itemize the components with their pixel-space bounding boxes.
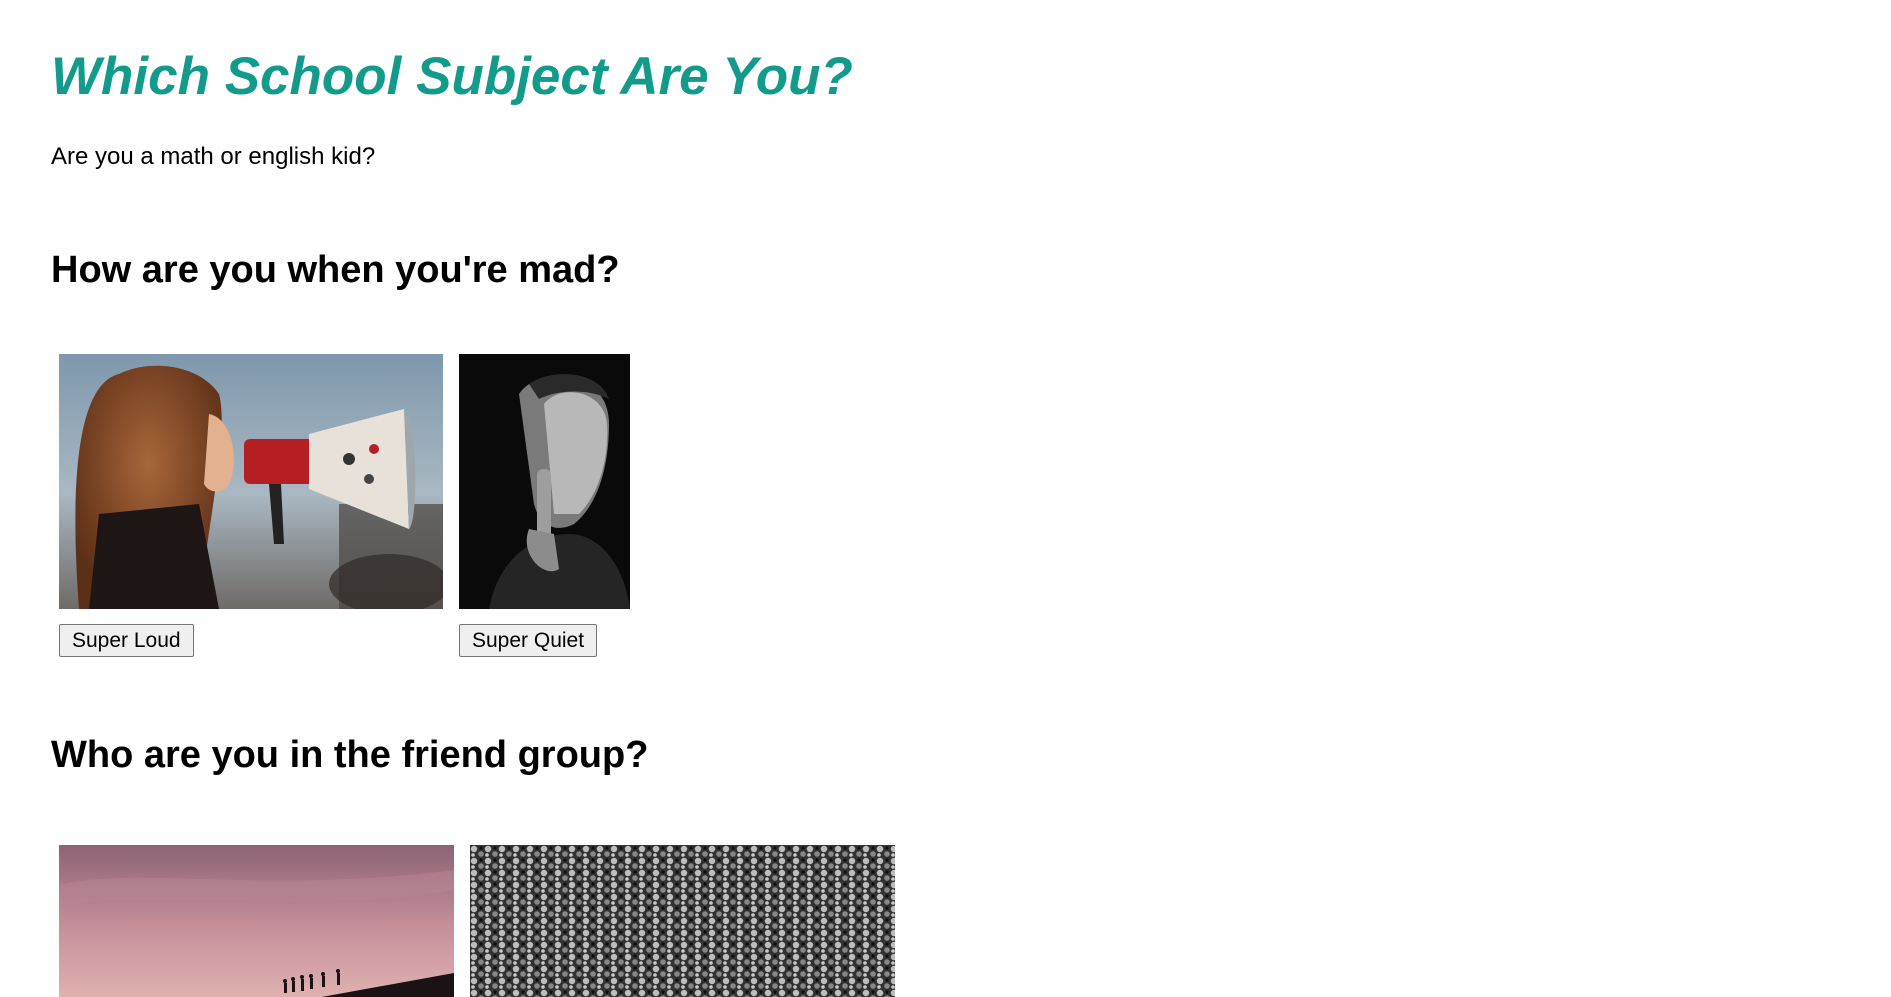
super-loud-button[interactable]: Super Loud	[59, 624, 194, 657]
page-subtitle: Are you a math or english kid?	[51, 143, 376, 170]
quiz-page: Which School Subject Are You? Are you a …	[0, 0, 1891, 997]
crowd-photo	[470, 845, 895, 997]
question-1-heading: How are you when you're mad?	[51, 249, 620, 291]
megaphone-photo	[59, 354, 443, 609]
question-2-heading: Who are you in the friend group?	[51, 734, 649, 776]
super-quiet-button[interactable]: Super Quiet	[459, 624, 598, 657]
page-title: Which School Subject Are You?	[51, 47, 853, 106]
shushing-man-photo	[459, 354, 630, 609]
hill-silhouettes-photo	[59, 845, 454, 997]
